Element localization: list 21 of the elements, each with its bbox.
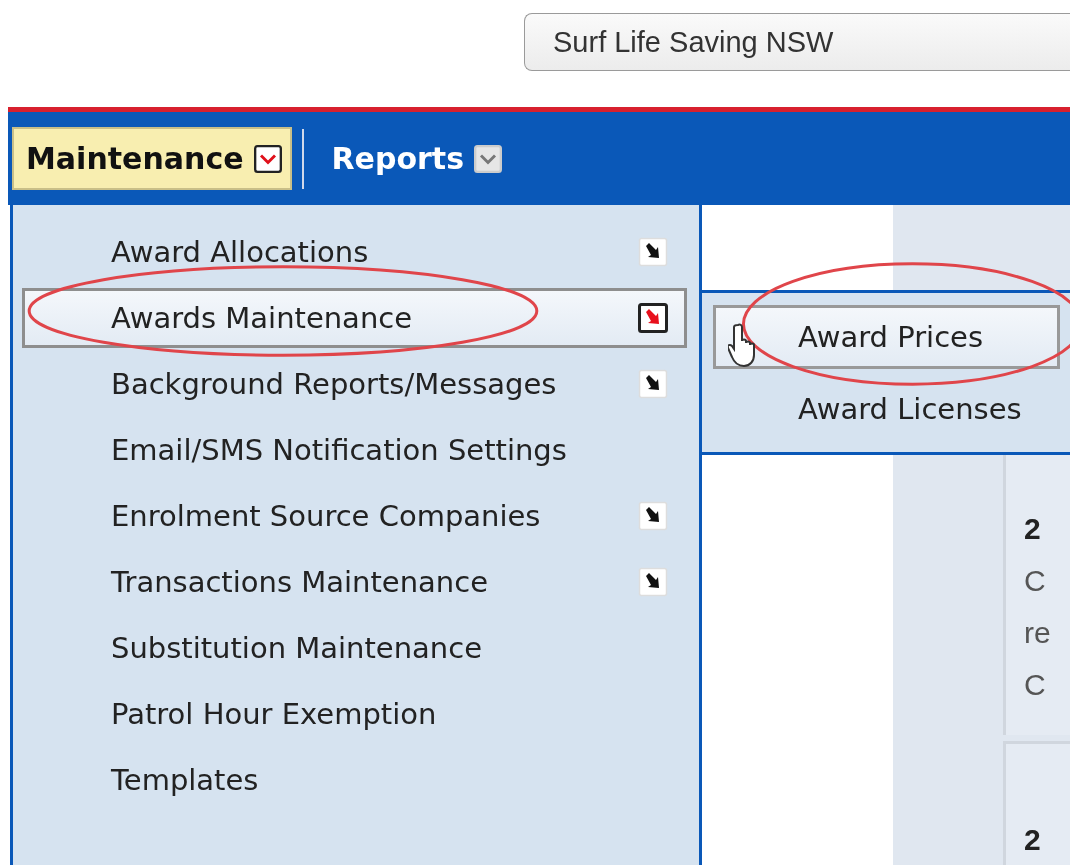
nav-menu[interactable]: Reports <box>319 127 511 190</box>
menu-item[interactable]: Templates <box>22 750 687 810</box>
menu-item[interactable]: Transactions Maintenance <box>22 552 687 612</box>
caret-icon <box>474 144 503 173</box>
menu-item[interactable]: Background Reports/Messages <box>22 354 687 414</box>
submenu-item[interactable]: Award Licenses <box>713 377 1060 441</box>
submenu-item[interactable]: Award Prices <box>713 305 1060 369</box>
organisation-select[interactable]: Surf Life Saving NSW <box>524 13 1070 71</box>
card-text: C <box>1024 667 1047 703</box>
menu-item[interactable]: Enrolment Source Companies <box>22 486 687 546</box>
menu-item[interactable]: Substitution Maintenance <box>22 618 687 678</box>
menu-item[interactable]: Email/SMS Notification Settings <box>22 420 687 480</box>
card-text: 2 <box>1024 822 1042 858</box>
menu-item[interactable]: Patrol Hour Exemption <box>22 684 687 744</box>
nav-menu[interactable]: Maintenance <box>12 127 292 190</box>
menu-item[interactable]: Awards Maintenance <box>22 288 687 348</box>
caret-icon <box>253 144 282 173</box>
card-text: 2 <box>1024 511 1042 547</box>
card-text: C <box>1024 563 1047 599</box>
menu-item[interactable]: Award Allocations <box>22 222 687 282</box>
card-text: re <box>1024 615 1052 651</box>
